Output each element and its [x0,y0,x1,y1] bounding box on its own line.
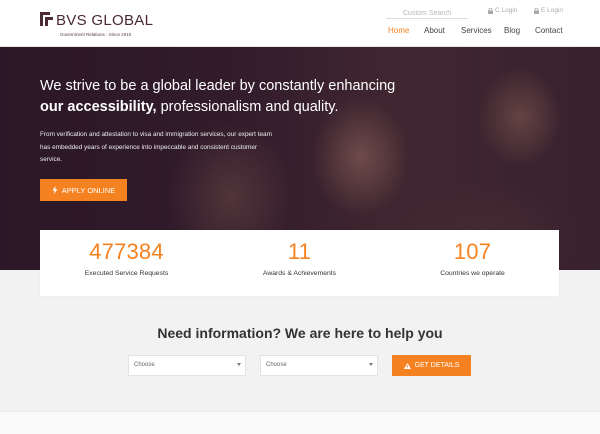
apply-online-label: APPLY ONLINE [61,185,116,195]
logo[interactable]: BVS GLOBAL Government Relations - Since … [40,10,153,40]
site-header: BVS GLOBAL Government Relations - Since … [0,0,600,47]
stat-service-requests: 477384 Executed Service Requests [40,230,213,296]
stat-value: 477384 [89,239,164,264]
hero-headline-line1: We strive to be a global leader by const… [40,78,396,94]
logo-tagline: Government Relations - Since 2010 [60,32,132,37]
search-input[interactable] [386,8,468,19]
hero-headline-rest: professionalism and quality. [156,99,339,115]
c-login-link[interactable]: C Login [488,7,517,14]
e-login-link[interactable]: E Login [534,7,563,14]
e-login-label: E Login [541,7,564,14]
stat-value: 11 [287,239,312,264]
lock-icon [534,7,539,14]
select-value: Choose [134,362,155,368]
stat-label: Countries we operate [440,270,505,277]
nav-contact[interactable]: Contact [535,26,563,35]
service-select-1[interactable]: Choose [128,355,246,376]
hero-paragraph: From verification and attestation to vis… [40,131,272,163]
stat-label: Awards & Achievements [262,270,337,277]
select-value: Choose [266,362,287,368]
lightning-icon [52,186,58,194]
nav-services[interactable]: Services [461,26,492,35]
stat-countries: 107 Countries we operate [386,230,559,296]
logo-text: BVS GLOBAL [56,12,154,29]
nav-about[interactable]: About [424,26,445,35]
stat-value: 107 [453,239,492,264]
stat-label: Executed Service Requests [84,270,169,277]
footer-band [0,411,600,434]
caret-down-icon [237,363,241,366]
service-select-2[interactable]: Choose [260,355,378,376]
info-title: Need information? We are here to help yo… [157,325,443,341]
nav-home[interactable]: Home [388,26,409,35]
warning-icon [403,362,411,369]
hero-headline-strong: our accessibility, [40,99,157,115]
caret-down-icon [369,363,373,366]
c-login-label: C Login [495,7,518,14]
apply-online-button[interactable]: APPLY ONLINE [40,179,127,201]
stats-panel: 477384 Executed Service Requests 11 Awar… [40,230,559,296]
get-details-button[interactable]: GET DETAILS [392,355,471,376]
nav-blog[interactable]: Blog [504,26,520,35]
stat-awards: 11 Awards & Achievements [213,230,386,296]
hero-headline: We strive to be a global leader by const… [40,76,420,118]
logo-icon [40,12,53,26]
get-details-label: GET DETAILS [414,362,460,369]
lock-icon [488,7,493,14]
